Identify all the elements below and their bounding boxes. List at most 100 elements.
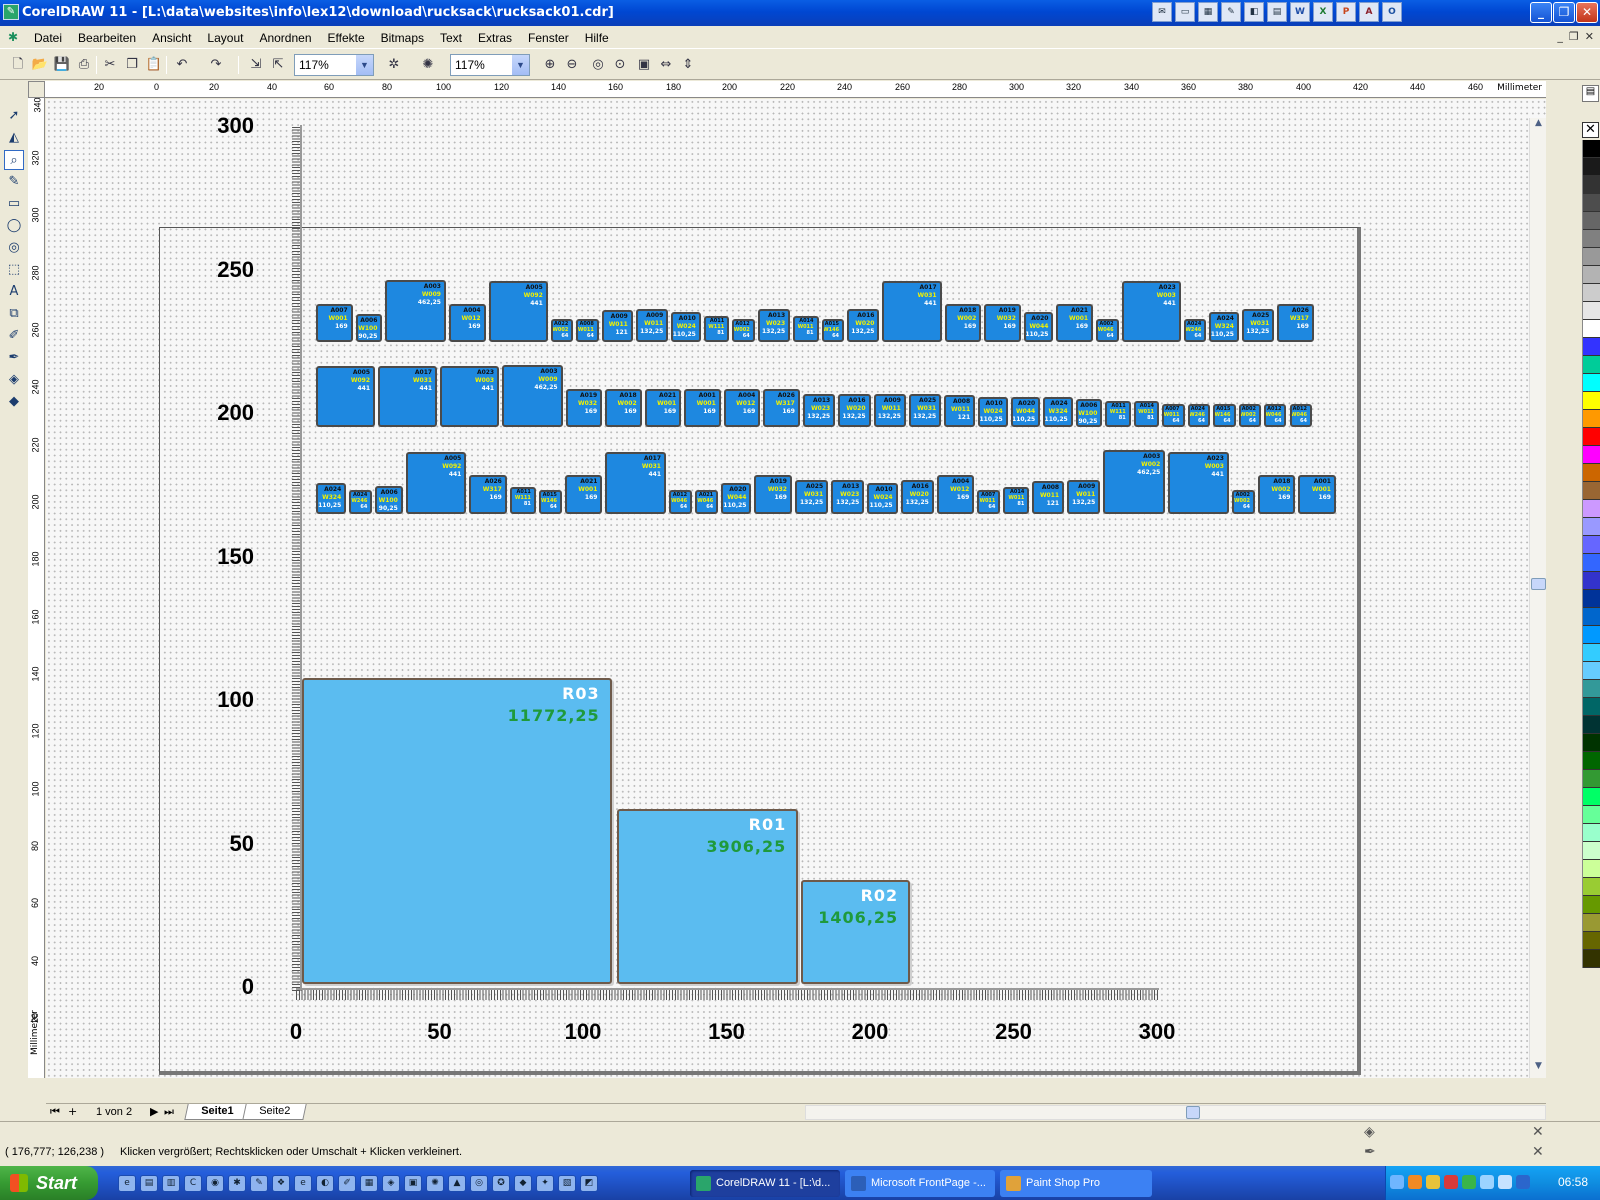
item-box[interactable]: A004 W012 169 [723,389,761,427]
item-box[interactable]: A005 W092 441 [316,366,376,427]
color-swatch[interactable] [1583,158,1600,176]
quicklaunch-icon[interactable]: ✱ [228,1175,246,1192]
item-box[interactable]: A006 W100 90,25 [375,485,403,514]
quicklaunch-icon[interactable]: C [184,1175,202,1192]
item-box[interactable]: A026 W317 169 [763,389,800,427]
color-swatch[interactable] [1583,914,1600,932]
task-paintshop[interactable]: Paint Shop Pro [1000,1170,1152,1197]
powerpoint-icon[interactable]: P [1336,2,1356,22]
rectangle-tool-icon[interactable]: ▭ [4,194,24,214]
item-box[interactable]: A005 W092 441 [488,281,548,342]
item-box[interactable]: A024 W324 110,25 [316,482,347,514]
mail-icon[interactable]: ✉ [1152,2,1172,22]
item-box[interactable]: A001 W001 169 [684,389,721,427]
excel-icon[interactable]: X [1313,2,1333,22]
item-box[interactable]: A011 W111 81 [703,315,730,342]
item-box[interactable]: A024 W246 64 [349,490,373,514]
color-swatch[interactable] [1583,626,1600,644]
item-box[interactable]: A003 W009 462,25 [502,364,563,427]
menu-ansicht[interactable]: Ansicht [144,27,199,49]
color-swatch[interactable] [1583,248,1600,266]
color-swatch[interactable] [1583,734,1600,752]
menu-layout[interactable]: Layout [199,27,251,49]
zoom-level-select[interactable]: 117% ▼ [294,54,374,76]
cut-icon[interactable]: ✂ [100,55,120,75]
pick-tool-icon[interactable]: ➚ [4,106,24,126]
zoom-selected-icon[interactable]: ◎ [588,55,608,75]
text-tool-icon[interactable]: A [4,282,24,302]
tray-app-icon[interactable] [1480,1175,1494,1189]
undo-icon[interactable]: ↶ [172,55,192,75]
item-box[interactable]: A012 W002 64 [732,318,755,342]
item-box[interactable]: A012 W046 64 [1289,403,1312,427]
menu-bearbeiten[interactable]: Bearbeiten [70,27,144,49]
item-box[interactable]: A012 W046 64 [669,490,693,514]
color-swatch[interactable] [1583,698,1600,716]
quicklaunch-icon[interactable]: ▦ [360,1175,378,1192]
item-box[interactable]: A003 W009 462,25 [385,279,446,342]
item-box[interactable]: A009 W011 121 [601,310,633,342]
zoom-page-icon[interactable]: ▣ [634,55,654,75]
horizontal-ruler[interactable]: 20 0 20 40 60 80 100 120 140 160 180 200… [28,81,1546,98]
item-box[interactable]: A002 W002 64 [1231,490,1255,514]
tray-app-icon[interactable] [1426,1175,1440,1189]
item-box[interactable]: A020 W044 110,25 [1023,311,1054,342]
item-box[interactable]: A025 W031 132,25 [1241,308,1275,342]
quicklaunch-icon[interactable]: ◩ [580,1175,598,1192]
interactive-fill-tool-icon[interactable]: ◆ [4,392,24,412]
color-swatch[interactable] [1583,572,1600,590]
export-icon[interactable]: ⇱ [268,55,288,75]
color-swatch[interactable] [1583,266,1600,284]
color-swatch[interactable] [1583,608,1600,626]
add-page-icon[interactable]: + [68,1105,77,1118]
folder-icon[interactable]: ▤ [1267,2,1287,22]
color-swatch[interactable] [1583,860,1600,878]
zoom-level-select-2[interactable]: 117% ▼ [450,54,530,76]
quicklaunch-icon[interactable]: ❖ [272,1175,290,1192]
vertical-scrollbar[interactable]: ▲ ▼ [1529,118,1546,1078]
tab-seite1[interactable]: Seite1 [184,1104,251,1120]
item-box[interactable]: A019 W032 169 [565,389,603,427]
color-swatch[interactable] [1583,752,1600,770]
zoom-tool-icon[interactable]: ⌕ [4,150,24,170]
quicklaunch-icon[interactable]: ▧ [558,1175,576,1192]
color-swatch[interactable] [1583,842,1600,860]
quicklaunch-icon[interactable]: ◎ [470,1175,488,1192]
basic-shapes-tool-icon[interactable]: ⬚ [4,260,24,280]
color-swatch[interactable] [1583,554,1600,572]
item-box[interactable]: A010 W024 110,25 [867,482,898,514]
item-box[interactable]: A011 W111 81 [509,487,536,514]
zoom-out-icon[interactable]: ⊖ [562,55,582,75]
color-swatch[interactable] [1583,950,1600,968]
color-swatch[interactable] [1583,716,1600,734]
scroll-up-icon[interactable]: ▲ [1531,118,1546,133]
knapsack-bin[interactable]: R01 3906,25 [617,808,799,984]
color-swatch[interactable] [1583,590,1600,608]
item-box[interactable]: A014 W011 81 [793,315,819,342]
item-box[interactable]: A010 W024 110,25 [671,311,701,342]
doc-close-icon[interactable]: ✕ [1585,30,1594,43]
item-box[interactable]: A021 W001 169 [1056,304,1094,342]
item-box[interactable]: A005 W092 441 [405,451,467,514]
item-box[interactable]: A016 W020 132,25 [838,393,871,427]
notes-icon[interactable]: ✎ [1221,2,1241,22]
item-box[interactable]: A023 W003 441 [1168,451,1229,514]
quicklaunch-icon[interactable]: ▣ [404,1175,422,1192]
color-swatch[interactable] [1583,338,1600,356]
task-coreldraw[interactable]: CorelDRAW 11 - [L:\d... [690,1170,840,1197]
quicklaunch-icon[interactable]: e [118,1175,136,1192]
color-swatch[interactable] [1583,662,1600,680]
color-swatch[interactable] [1583,824,1600,842]
quicklaunch-icon[interactable]: ✪ [492,1175,510,1192]
item-box[interactable]: A004 W012 169 [936,475,975,514]
item-box[interactable]: A018 W002 169 [944,304,982,342]
color-swatch[interactable] [1583,428,1600,446]
item-box[interactable]: A023 W003 441 [440,366,500,427]
item-box[interactable]: A015 W146 64 [538,490,562,514]
calendar-icon[interactable]: ▦ [1198,2,1218,22]
first-page-icon[interactable]: ⏮ [50,1105,60,1119]
paste-icon[interactable]: 📋 [144,55,164,75]
outline-indicator-icon[interactable]: ✒ [1364,1144,1376,1160]
tray-arrow-icon[interactable] [1390,1175,1404,1189]
item-box[interactable]: A013 W023 132,25 [831,479,865,514]
